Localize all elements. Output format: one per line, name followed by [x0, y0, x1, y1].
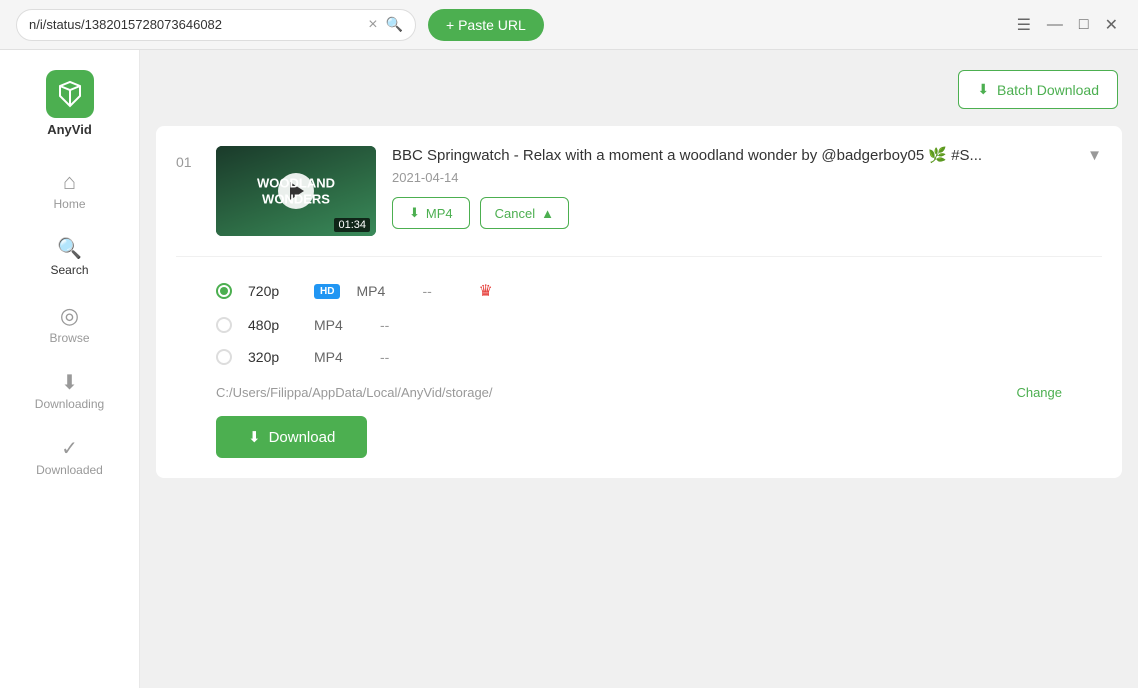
sidebar-item-search[interactable]: 🔍 Search [0, 225, 139, 291]
quality-row-720p: 720p HD MP4 -- ♛ [216, 273, 1102, 309]
home-icon: ⌂ [63, 171, 76, 193]
size-720p: -- [422, 283, 462, 299]
window-controls: ☰ — □ ✕ [1013, 11, 1122, 39]
quality-label-480p: 480p [248, 317, 298, 333]
premium-icon: ♛ [478, 281, 492, 301]
format-720p: MP4 [356, 283, 406, 299]
minimize-button[interactable]: — [1043, 12, 1067, 38]
size-320p: -- [380, 349, 420, 365]
hd-badge: HD [314, 284, 340, 299]
close-button[interactable]: ✕ [1101, 11, 1122, 39]
main-layout: AnyVid ⌂ Home 🔍 Search ◎ Browse ⬇ Downlo… [0, 50, 1138, 688]
sidebar-label-browse: Browse [49, 331, 89, 345]
sidebar-label-downloaded: Downloaded [36, 463, 103, 477]
url-input[interactable]: n/i/status/1382015728073646082 [29, 17, 360, 32]
url-bar: n/i/status/1382015728073646082 × 🔍 [16, 9, 416, 41]
url-clear-button[interactable]: × [368, 16, 377, 34]
quality-section: 720p HD MP4 -- ♛ 480p MP4 -- 320p [176, 256, 1102, 373]
mp4-button[interactable]: ⬇ MP4 [392, 197, 470, 229]
sidebar-item-browse[interactable]: ◎ Browse [0, 291, 139, 359]
logo-area: AnyVid [46, 60, 94, 157]
video-header: 01 WOODLANDWONDERS 01:34 BBC Springwatch… [176, 146, 1102, 236]
quality-row-320p: 320p MP4 -- [216, 341, 1102, 373]
video-date: 2021-04-14 [392, 170, 1102, 185]
menu-button[interactable]: ☰ [1013, 11, 1035, 39]
batch-download-button[interactable]: ⬇ Batch Download [958, 70, 1118, 109]
paste-url-label: + Paste URL [446, 17, 526, 33]
search-nav-icon: 🔍 [57, 239, 82, 259]
browse-icon: ◎ [60, 305, 79, 327]
sidebar-label-downloading: Downloading [35, 397, 104, 411]
format-320p: MP4 [314, 349, 364, 365]
sidebar-item-downloaded[interactable]: ✓ Downloaded [0, 425, 139, 491]
cancel-label: Cancel [495, 206, 535, 221]
cancel-button[interactable]: Cancel ▲ [480, 197, 569, 229]
radio-320p[interactable] [216, 349, 232, 365]
video-thumbnail[interactable]: WOODLANDWONDERS 01:34 [216, 146, 376, 236]
video-number: 01 [176, 154, 200, 170]
download-label: Download [269, 429, 336, 446]
paste-url-button[interactable]: + Paste URL [428, 9, 544, 41]
sidebar-item-home[interactable]: ⌂ Home [0, 157, 139, 225]
batch-download-icon: ⬇ [977, 81, 989, 98]
quality-label-720p: 720p [248, 283, 298, 299]
sidebar-label-search: Search [50, 263, 88, 277]
app-name: AnyVid [47, 122, 92, 137]
video-title-row: BBC Springwatch - Relax with a moment a … [392, 146, 1102, 164]
mp4-download-icon: ⬇ [409, 205, 420, 221]
video-card: 01 WOODLANDWONDERS 01:34 BBC Springwatch… [156, 126, 1122, 478]
sidebar: AnyVid ⌂ Home 🔍 Search ◎ Browse ⬇ Downlo… [0, 50, 140, 688]
radio-inner-720p [220, 287, 228, 295]
thumb-overlay-text: WOODLANDWONDERS [257, 175, 335, 206]
video-actions: ⬇ MP4 Cancel ▲ [392, 197, 1102, 229]
quality-row-480p: 480p MP4 -- [216, 309, 1102, 341]
radio-720p[interactable] [216, 283, 232, 299]
sidebar-item-downloading[interactable]: ⬇ Downloading [0, 359, 139, 425]
downloaded-icon: ✓ [61, 439, 78, 459]
quality-label-320p: 320p [248, 349, 298, 365]
radio-480p[interactable] [216, 317, 232, 333]
storage-path: C:/Users/Filippa/AppData/Local/AnyVid/st… [216, 385, 1004, 400]
video-info: BBC Springwatch - Relax with a moment a … [392, 146, 1102, 229]
video-duration: 01:34 [334, 218, 370, 232]
download-button[interactable]: ⬇ Download [216, 416, 367, 458]
title-bar: n/i/status/1382015728073646082 × 🔍 + Pas… [0, 0, 1138, 50]
content-area: ⬇ Batch Download 01 WOODLANDWONDERS 01:3… [140, 50, 1138, 688]
download-icon: ⬇ [248, 428, 261, 446]
batch-download-label: Batch Download [997, 82, 1099, 98]
storage-row: C:/Users/Filippa/AppData/Local/AnyVid/st… [176, 373, 1102, 416]
change-path-link[interactable]: Change [1016, 385, 1062, 400]
video-title-text: BBC Springwatch - Relax with a moment a … [392, 146, 1081, 164]
size-480p: -- [380, 317, 420, 333]
expand-arrow-icon[interactable]: ▼ [1087, 147, 1102, 164]
sidebar-label-home: Home [53, 197, 85, 211]
maximize-button[interactable]: □ [1075, 12, 1093, 38]
format-480p: MP4 [314, 317, 364, 333]
search-icon: 🔍 [386, 16, 403, 33]
mp4-label: MP4 [426, 206, 453, 221]
downloading-icon: ⬇ [61, 373, 78, 393]
app-logo [46, 70, 94, 118]
cancel-arrow-icon: ▲ [541, 206, 554, 221]
